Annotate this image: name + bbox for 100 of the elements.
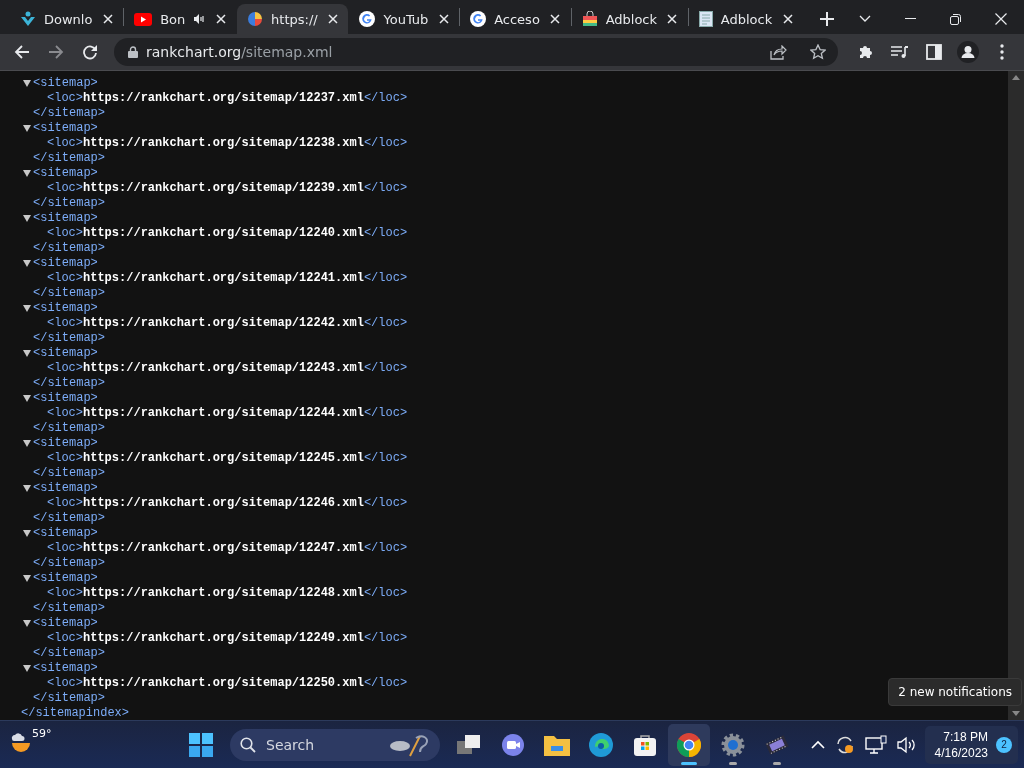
time-text: 7:18 PM bbox=[943, 728, 988, 745]
url-text: rankchart.org/sitemap.xml bbox=[146, 44, 334, 60]
xml-tag: </loc> bbox=[363, 541, 408, 556]
notification-tooltip: 2 new notifications bbox=[888, 678, 1022, 706]
xml-tag: <sitemap> bbox=[33, 256, 98, 271]
collapse-triangle-icon[interactable] bbox=[21, 170, 33, 177]
sitemap-url: https://rankchart.org/sitemap/12241.xml bbox=[83, 271, 364, 286]
xml-tag: </loc> bbox=[363, 496, 408, 511]
browser-tab[interactable]: Acceso bbox=[460, 4, 571, 34]
browser-tab[interactable]: YouTub bbox=[349, 4, 460, 34]
xml-tag: <loc> bbox=[47, 136, 83, 151]
xml-tag: <loc> bbox=[47, 361, 83, 376]
browser-tab[interactable]: Downlo bbox=[10, 4, 124, 34]
xml-tag: <sitemap> bbox=[33, 661, 98, 676]
xml-tag: </loc> bbox=[363, 676, 408, 691]
xml-tag: <loc> bbox=[47, 586, 83, 601]
collapse-triangle-icon[interactable] bbox=[21, 440, 33, 447]
collapse-triangle-icon[interactable] bbox=[21, 485, 33, 492]
xml-tag: </sitemapindex> bbox=[21, 706, 130, 720]
scroll-up-icon[interactable] bbox=[1012, 75, 1020, 80]
browser-tab[interactable]: Bon bbox=[124, 4, 237, 34]
favicon-icon bbox=[247, 11, 264, 27]
speaker-icon[interactable] bbox=[193, 13, 206, 25]
xml-tag: </sitemap> bbox=[33, 196, 105, 211]
tab-title: Bon bbox=[160, 11, 186, 27]
tab-title: https:// bbox=[271, 11, 318, 27]
xml-tag: </sitemap> bbox=[33, 331, 105, 346]
sitemap-url: https://rankchart.org/sitemap/12247.xml bbox=[83, 541, 364, 556]
favicon-icon bbox=[698, 11, 713, 27]
date-text: 4/16/2023 bbox=[934, 744, 988, 761]
browser-tab[interactable]: https:// bbox=[237, 4, 349, 34]
notification-badge[interactable]: 2 bbox=[996, 736, 1012, 753]
search-icon bbox=[240, 736, 256, 753]
xml-tag: <sitemap> bbox=[33, 571, 98, 586]
xml-tag: <loc> bbox=[47, 226, 83, 241]
xml-tag: </loc> bbox=[363, 316, 408, 331]
xml-tag: <loc> bbox=[47, 91, 83, 106]
clock-button[interactable]: 7:18 PM 4/16/2023 2 bbox=[924, 725, 1018, 764]
xml-tag: <sitemap> bbox=[33, 391, 98, 406]
temperature-text: 59° bbox=[32, 726, 52, 740]
collapse-triangle-icon[interactable] bbox=[21, 305, 33, 312]
xml-tag: <loc> bbox=[47, 316, 83, 331]
xml-tag: <sitemap> bbox=[33, 436, 98, 451]
collapse-triangle-icon[interactable] bbox=[21, 350, 33, 357]
sitemap-url: https://rankchart.org/sitemap/12237.xml bbox=[83, 91, 364, 106]
xml-tag: </loc> bbox=[363, 181, 408, 196]
sitemap-url: https://rankchart.org/sitemap/12240.xml bbox=[83, 226, 364, 241]
search-placeholder: Search bbox=[266, 736, 316, 753]
address-bar[interactable]: rankchart.org/sitemap.xml bbox=[114, 38, 838, 66]
sitemap-url: https://rankchart.org/sitemap/12246.xml bbox=[83, 496, 364, 511]
xml-tag: </sitemap> bbox=[33, 106, 105, 121]
favicon-icon bbox=[20, 11, 36, 27]
collapse-triangle-icon[interactable] bbox=[21, 80, 33, 87]
xml-tag: <sitemap> bbox=[33, 211, 98, 226]
sitemap-url: https://rankchart.org/sitemap/12250.xml bbox=[83, 676, 364, 691]
xml-tag: <loc> bbox=[47, 631, 83, 646]
xml-tag: </loc> bbox=[363, 136, 408, 151]
tab-title: YouTub bbox=[383, 11, 429, 27]
xml-tag: <sitemap> bbox=[33, 301, 98, 316]
xml-tag: <sitemap> bbox=[33, 76, 98, 91]
collapse-triangle-icon[interactable] bbox=[21, 665, 33, 672]
sitemap-url: https://rankchart.org/sitemap/12238.xml bbox=[83, 136, 364, 151]
xml-tag: </loc> bbox=[363, 226, 408, 241]
xml-tag: <sitemap> bbox=[33, 616, 98, 631]
tab-title: Downlo bbox=[44, 11, 93, 27]
collapse-triangle-icon[interactable] bbox=[21, 215, 33, 222]
search-field[interactable]: Search bbox=[230, 728, 440, 761]
collapse-triangle-icon[interactable] bbox=[21, 575, 33, 582]
tab-title: Acceso bbox=[494, 11, 540, 27]
xml-tag: </sitemap> bbox=[33, 556, 105, 571]
collapse-triangle-icon[interactable] bbox=[21, 620, 33, 627]
xml-tag: <sitemap> bbox=[33, 121, 98, 136]
collapse-triangle-icon[interactable] bbox=[21, 530, 33, 537]
xml-tag: </loc> bbox=[363, 586, 408, 601]
xml-tag: <loc> bbox=[47, 271, 83, 286]
sitemap-url: https://rankchart.org/sitemap/12249.xml bbox=[83, 631, 364, 646]
xml-tag: <loc> bbox=[47, 676, 83, 691]
xml-tag: <sitemap> bbox=[33, 346, 98, 361]
favicon-icon bbox=[581, 11, 598, 27]
browser-tab[interactable]: Adblock bbox=[688, 4, 803, 34]
xml-tag: </loc> bbox=[363, 361, 408, 376]
tab-title: Adblock bbox=[720, 11, 773, 27]
scroll-down-icon[interactable] bbox=[1012, 711, 1020, 716]
collapse-triangle-icon[interactable] bbox=[21, 260, 33, 267]
sitemap-url: https://rankchart.org/sitemap/12248.xml bbox=[83, 586, 364, 601]
chrome-app-icon[interactable] bbox=[668, 723, 710, 766]
collapse-triangle-icon[interactable] bbox=[21, 125, 33, 132]
xml-tag: <sitemap> bbox=[33, 166, 98, 181]
xml-tag: </sitemap> bbox=[33, 241, 105, 256]
browser-tab[interactable]: Adblock bbox=[571, 4, 688, 34]
xml-tag: </sitemap> bbox=[33, 601, 105, 616]
xml-tag: </sitemap> bbox=[33, 421, 105, 436]
sitemap-url: https://rankchart.org/sitemap/12244.xml bbox=[83, 406, 364, 421]
network-icon[interactable] bbox=[862, 732, 889, 757]
tab-title: Adblock bbox=[605, 11, 658, 27]
favicon-icon bbox=[359, 11, 376, 27]
sitemap-url: https://rankchart.org/sitemap/12243.xml bbox=[83, 361, 364, 376]
xml-tag: <loc> bbox=[47, 181, 83, 196]
xml-tag: </sitemap> bbox=[33, 466, 105, 481]
collapse-triangle-icon[interactable] bbox=[21, 395, 33, 402]
